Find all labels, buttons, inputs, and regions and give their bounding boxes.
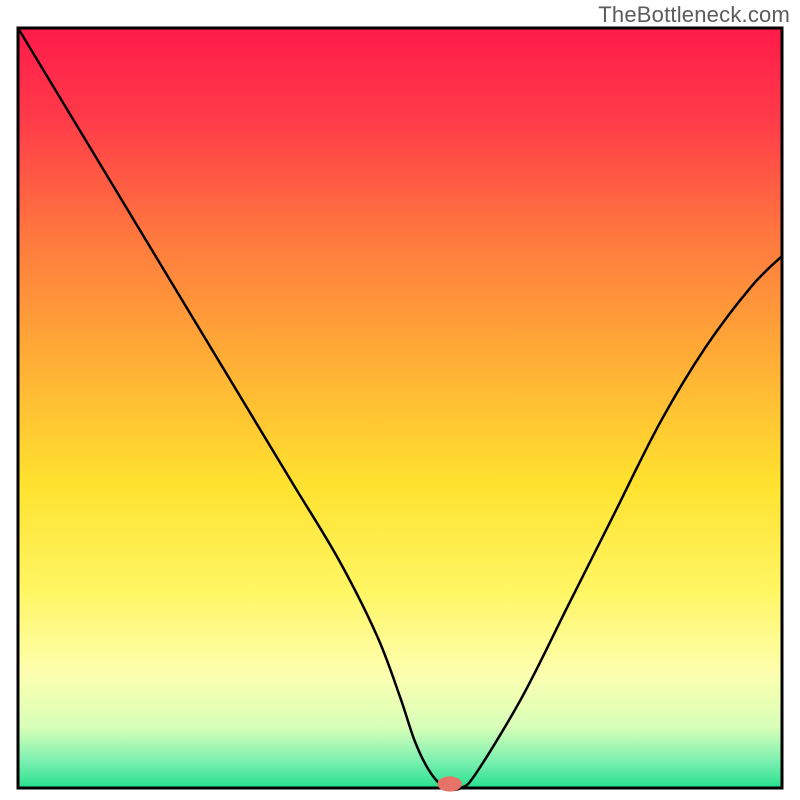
watermark-text: TheBottleneck.com (598, 2, 790, 28)
bottleneck-chart (0, 0, 800, 800)
current-point-marker (437, 776, 461, 791)
chart-container: TheBottleneck.com (0, 0, 800, 800)
